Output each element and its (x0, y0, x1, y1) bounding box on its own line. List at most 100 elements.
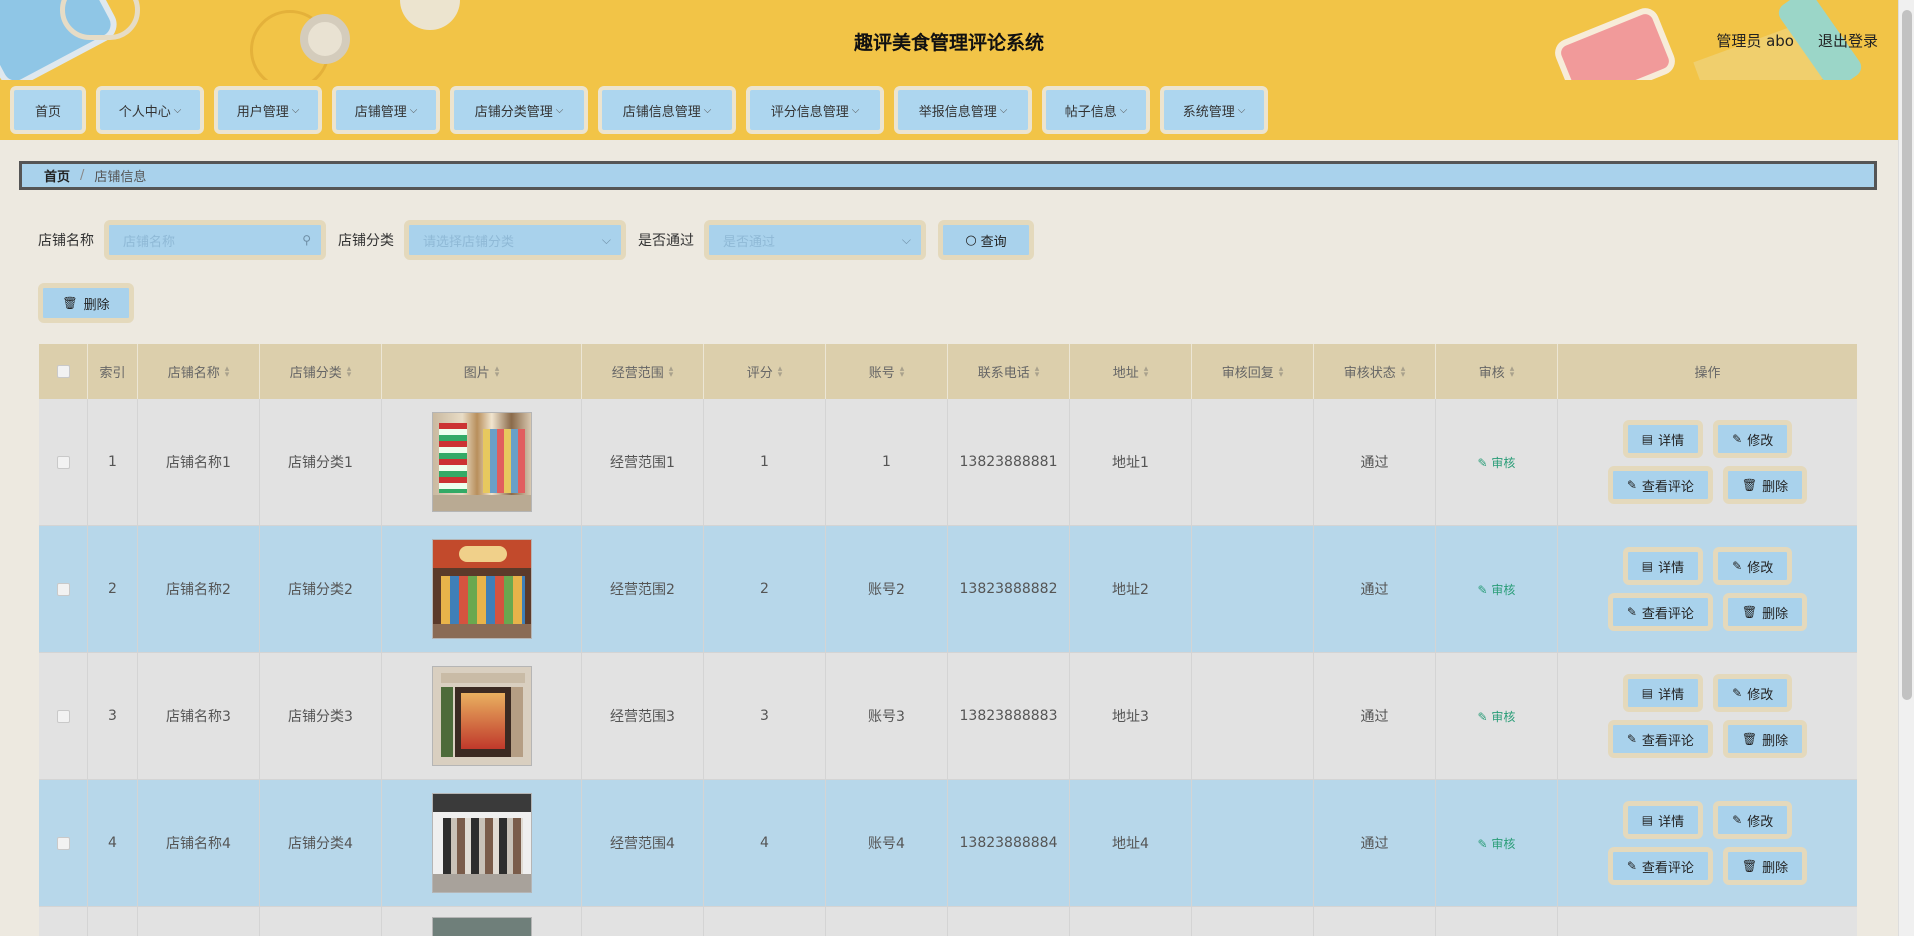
row-checkbox[interactable] (56, 836, 70, 850)
delete-button[interactable]: 🗑 删除 (1722, 593, 1808, 631)
view-comments-button[interactable]: ✎ 查看评论 (1607, 720, 1713, 758)
nav-home[interactable]: 首页 (10, 86, 86, 134)
col-name[interactable]: 店铺名称 ▴ ▾ (138, 344, 260, 399)
edit-button[interactable]: ✎ 修改 (1713, 801, 1793, 839)
sort-icon[interactable]: ▴ ▾ (1510, 364, 1515, 379)
batch-delete-button[interactable]: 🗑 删除 (38, 283, 134, 323)
row-select-cell (39, 399, 88, 526)
col-category[interactable]: 店铺分类 ▴ ▾ (260, 344, 382, 399)
action-line: ▤ 详情 ✎ 修改 (1622, 801, 1793, 839)
logout-link[interactable]: 退出登录 (1818, 30, 1878, 51)
shop-thumbnail[interactable] (431, 539, 532, 639)
sort-icon[interactable]: ▴ ▾ (225, 364, 230, 379)
audit-label: 审核 (1491, 582, 1516, 597)
table-row: 2 店铺名称2 店铺分类2 经营范围2 2 账号2 13823888882 地址… (39, 526, 1857, 653)
col-phone[interactable]: 联系电话 ▴ ▾ (948, 344, 1070, 399)
cell-index (88, 907, 138, 936)
cell-category: 店铺分类2 (260, 526, 382, 653)
sort-icon[interactable]: ▴ ▾ (1144, 364, 1149, 379)
audit-link[interactable]: ✎ 审核 (1478, 835, 1516, 852)
edit-button[interactable]: ✎ 修改 (1713, 547, 1793, 585)
row-checkbox[interactable] (56, 582, 70, 596)
view-comments-button[interactable]: ✎ 查看评论 (1607, 593, 1713, 631)
document-icon: ▤ (1641, 432, 1654, 446)
detail-button[interactable]: ▤ 详情 (1622, 674, 1704, 712)
delete-button[interactable]: 🗑 删除 (1722, 466, 1808, 504)
col-label: 经营范围 (611, 366, 664, 381)
col-reply[interactable]: 审核回复 ▴ ▾ (1192, 344, 1314, 399)
sort-icon[interactable]: ▴ ▾ (900, 364, 905, 379)
cell-audit: ✎ 审核 (1436, 399, 1558, 526)
chevron-down-icon: ⌵ (601, 232, 611, 247)
nav-shop-info-management[interactable]: 店铺信息管理 ⌵ (598, 86, 736, 134)
shop-thumbnail[interactable] (431, 412, 532, 512)
col-status[interactable]: 审核状态 ▴ ▾ (1314, 344, 1436, 399)
cell-phone (948, 907, 1070, 936)
edit-button[interactable]: ✎ 修改 (1713, 420, 1793, 458)
breadcrumb-home[interactable]: 首页 (44, 166, 70, 185)
nav-user-management[interactable]: 用户管理 ⌵ (214, 86, 322, 134)
sort-icon[interactable]: ▴ ▾ (1035, 364, 1040, 379)
cell-audit: ✎ 审核 (1436, 526, 1558, 653)
shop-category-select[interactable]: 请选择店铺分类 ⌵ (404, 220, 626, 260)
nav-shop-category-management[interactable]: 店铺分类管理 ⌵ (450, 86, 588, 134)
sort-icon[interactable]: ▴ ▾ (669, 364, 674, 379)
row-checkbox[interactable] (56, 455, 70, 469)
cell-reply (1192, 653, 1314, 780)
col-audit[interactable]: 审核 ▴ ▾ (1436, 344, 1558, 399)
edit-button[interactable]: ✎ 修改 (1713, 674, 1793, 712)
sort-icon[interactable]: ▴ ▾ (347, 364, 352, 379)
page-scrollbar[interactable] (1898, 0, 1914, 936)
col-account[interactable]: 账号 ▴ ▾ (826, 344, 948, 399)
audit-link[interactable]: ✎ 审核 (1478, 581, 1516, 598)
col-score[interactable]: 评分 ▴ ▾ (704, 344, 826, 399)
detail-button[interactable]: ▤ 详情 (1622, 420, 1704, 458)
col-address[interactable]: 地址 ▴ ▾ (1070, 344, 1192, 399)
chevron-down-icon: ⌵ (409, 104, 418, 116)
nav-label: 店铺管理 (354, 104, 407, 120)
shop-thumbnail[interactable] (431, 793, 532, 893)
trash-icon: 🗑 (1741, 478, 1758, 492)
row-select-cell (39, 780, 88, 907)
sort-icon[interactable]: ▴ ▾ (1279, 364, 1284, 379)
nav-shop-management[interactable]: 店铺管理 ⌵ (332, 86, 440, 134)
delete-button[interactable]: 🗑 删除 (1722, 720, 1808, 758)
audit-link[interactable]: ✎ 审核 (1478, 708, 1516, 725)
sort-icon[interactable]: ▴ ▾ (495, 364, 500, 379)
nav-report-management[interactable]: 举报信息管理 ⌵ (894, 86, 1032, 134)
nav-system-management[interactable]: 系统管理 ⌵ (1160, 86, 1268, 134)
col-scope[interactable]: 经营范围 ▴ ▾ (582, 344, 704, 399)
user-area: 管理员 abo 退出登录 (1716, 30, 1878, 51)
sort-icon[interactable]: ▴ ▾ (1401, 364, 1406, 379)
col-actions: 操作 (1558, 344, 1857, 399)
cell-scope (582, 907, 704, 936)
cell-status: 通过 (1314, 526, 1436, 653)
chevron-down-icon: ⌵ (555, 104, 564, 116)
view-comments-button[interactable]: ✎ 查看评论 (1607, 847, 1713, 885)
edit-icon: ✎ (1732, 686, 1743, 700)
shop-thumbnail[interactable] (431, 666, 532, 766)
view-comments-button[interactable]: ✎ 查看评论 (1607, 466, 1713, 504)
row-checkbox[interactable] (56, 709, 70, 723)
shop-thumbnail[interactable] (431, 917, 532, 936)
cell-account: 账号3 (826, 653, 948, 780)
detail-button[interactable]: ▤ 详情 (1622, 547, 1704, 585)
col-image[interactable]: 图片 ▴ ▾ (382, 344, 582, 399)
detail-button[interactable]: ▤ 详情 (1622, 801, 1704, 839)
nav-rating-management[interactable]: 评分信息管理 ⌵ (746, 86, 884, 134)
nav-personal-center[interactable]: 个人中心 ⌵ (96, 86, 204, 134)
edit-icon: ✎ (1477, 709, 1492, 724)
shop-name-input[interactable]: 店铺名称 ⚲ (104, 220, 326, 260)
audit-link[interactable]: ✎ 审核 (1478, 454, 1516, 471)
sort-icon[interactable]: ▴ ▾ (778, 364, 783, 379)
shop-table: 索引 店铺名称 ▴ ▾ 店铺分类 ▴ ▾ 图片 ▴ ▾ 经营范围 ▴ ▾ 评分 ▴ ▾ 账号 ▴ ▾ 联… (39, 344, 1857, 936)
edit-icon: ✎ (1477, 836, 1492, 851)
select-all-checkbox[interactable] (56, 365, 70, 378)
delete-button[interactable]: 🗑 删除 (1722, 847, 1808, 885)
approved-select[interactable]: 是否通过 ⌵ (704, 220, 926, 260)
query-button[interactable]: ○ 查询 (938, 220, 1034, 260)
scrollbar-thumb[interactable] (1902, 10, 1912, 700)
nav-posts[interactable]: 帖子信息 ⌵ (1042, 86, 1150, 134)
row-select-cell (39, 653, 88, 780)
chevron-down-icon: ⌵ (851, 104, 860, 116)
